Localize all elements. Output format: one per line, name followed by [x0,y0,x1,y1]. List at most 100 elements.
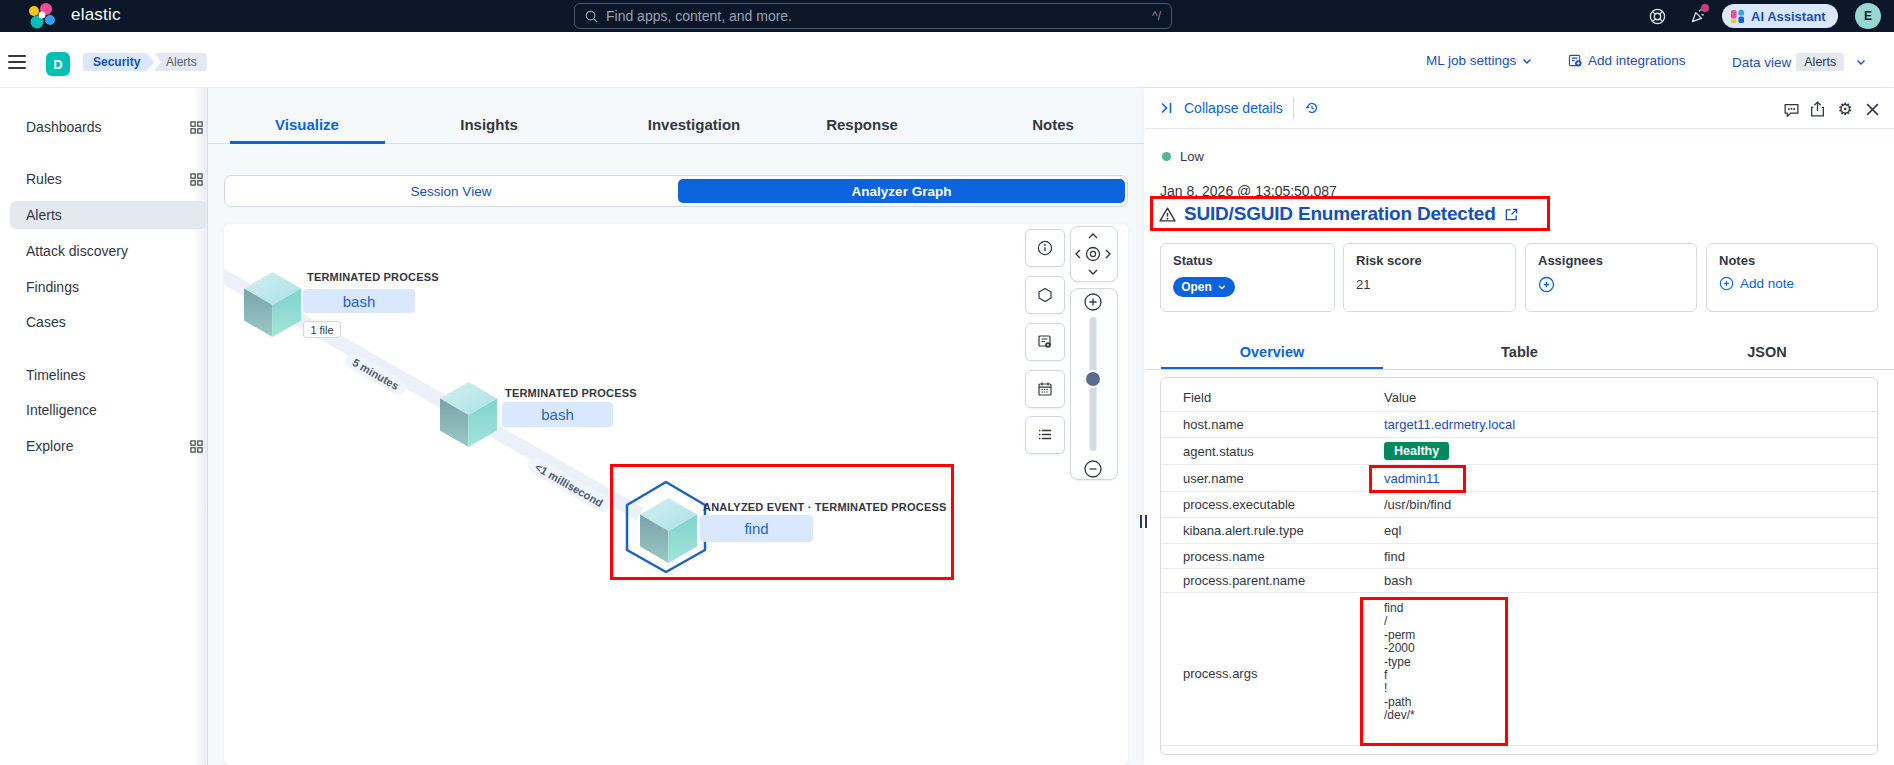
search-shortcut: ^/ [1152,9,1161,23]
field-row-process.parent.name: process.parent.namebash [1161,568,1877,592]
node1-name[interactable]: bash [303,289,415,313]
global-search-input[interactable]: Find apps, content, and more. ^/ [574,3,1172,29]
sidebar-item-findings[interactable]: Findings [10,273,207,301]
close-icon[interactable] [1863,100,1881,118]
value-process.name: find [1384,549,1877,564]
node2-name[interactable]: bash [502,402,613,427]
graph-schema-button[interactable] [1025,323,1065,361]
risk-score-value: 21 [1356,277,1503,292]
field-row-kibana.alert.rule.type: kibana.alert.rule.typeeql [1161,517,1877,543]
search-icon [585,10,598,23]
gear-icon[interactable]: ⚙ [1836,100,1854,118]
history-icon[interactable] [1304,100,1320,116]
share-icon[interactable] [1808,100,1826,118]
analyzer-graph-panel: TERMINATED PROCESS bash 1 file TERMINATE… [224,224,1128,765]
menu-icon[interactable] [8,55,26,69]
tab-visualize[interactable]: Visualize [275,116,339,133]
sidebar-item-rules[interactable]: Rules [10,165,207,193]
field-row-agent.status: agent.statusHealthy [1161,437,1877,464]
node1-kind: TERMINATED PROCESS [307,271,439,283]
top-bar: elastic Find apps, content, and more. ^/… [0,0,1894,32]
chevron-down-icon [1217,282,1227,292]
grid-icon [190,121,203,134]
graph-zoom-panel[interactable] [1070,288,1118,480]
tab-response[interactable]: Response [826,116,898,133]
data-view-value: Alerts [1796,53,1844,71]
ai-assistant-icon [1730,9,1745,24]
value-process.parent.name: bash [1384,573,1877,588]
session-view-button[interactable]: Session View [225,176,677,206]
process-node-cube-bash2[interactable] [440,382,497,447]
sidebar-item-explore[interactable]: Explore [10,432,207,460]
tab-notes[interactable]: Notes [1032,116,1074,133]
sidebar-item-attack-discovery[interactable]: Attack discovery [10,237,207,265]
annotation-box-find-node [610,464,954,580]
risk-score-card: Risk score 21 [1343,243,1516,312]
security-nav: Dashboards Rules Alerts Attack discovery Fin… [0,88,208,765]
details-tab-json[interactable]: JSON [1656,334,1878,370]
add-note-button[interactable]: Add note [1719,276,1865,291]
field-row-process.executable: process.executable/usr/bin/find [1161,491,1877,517]
panel-resize-handle[interactable] [1140,515,1148,528]
details-tab-table[interactable]: Table [1409,334,1631,370]
help-icon[interactable] [1645,4,1669,28]
analyzer-graph-button[interactable]: Analyzer Graph [678,179,1125,203]
sidebar-item-timelines[interactable]: Timelines [10,361,207,389]
sidebar-item-alerts[interactable]: Alerts [10,201,207,229]
status-open-button[interactable]: Open [1173,277,1235,297]
annotation-box-title [1150,196,1550,231]
value-host.name[interactable]: target11.edrmetry.local [1384,417,1877,432]
value-process.executable: /usr/bin/find [1384,497,1877,512]
status-card: Status Open [1160,243,1335,312]
node2-kind: TERMINATED PROCESS [505,387,637,399]
view-toggle: Session View Analyzer Graph [224,175,1128,207]
data-view-picker[interactable]: Data view Alerts [1732,53,1867,71]
tab-insights[interactable]: Insights [460,116,518,133]
breadcrumb-alerts: Alerts [154,53,207,71]
news-icon[interactable] [1686,4,1710,28]
ai-assistant-button[interactable]: AI Assistant [1722,4,1838,28]
graph-shape-button[interactable] [1025,276,1065,314]
graph-date-button[interactable] [1025,370,1065,408]
value-column-header: Value [1384,390,1877,405]
node1-file-badge[interactable]: 1 file [303,321,341,338]
sidebar-item-intelligence[interactable]: Intelligence [10,396,207,424]
annotation-box-username [1369,465,1466,493]
ml-job-settings-link[interactable]: ML job settings [1426,53,1533,68]
collapse-details-button[interactable]: Collapse details [1184,100,1283,116]
severity-label: Low [1180,149,1204,164]
comment-icon[interactable] [1782,100,1800,118]
field-row-process.args: process.argsfind/-perm-2000-typef!-path/… [1161,592,1877,746]
space-badge[interactable]: D [46,52,70,76]
overview-field-table: FieldValue host.nametarget11.edrmetry.loc… [1160,377,1878,755]
value-agent.status: Healthy [1384,442,1877,460]
alert-tabs-row [208,76,1145,144]
tab-investigation[interactable]: Investigation [648,116,741,133]
collapse-details-icon [1158,100,1174,116]
field-row-user.name: user.namevadmin11 [1161,464,1877,491]
value-kibana.alert.rule.type: eql [1384,523,1877,538]
field-column-header: Field [1161,390,1384,405]
graph-legend-button[interactable] [1025,416,1065,454]
plus-circle-icon [1719,276,1734,291]
breadcrumb-security[interactable]: Security [83,53,154,71]
field-row-host.name: host.nametarget11.edrmetry.local [1161,411,1877,437]
grid-icon [190,440,203,453]
details-tab-overview[interactable]: Overview [1161,334,1383,370]
graph-nav-pad[interactable] [1070,226,1118,282]
notification-dot [1701,4,1709,12]
severity-dot [1162,152,1171,161]
search-placeholder: Find apps, content, and more. [606,8,792,24]
user-avatar[interactable]: E [1855,3,1881,29]
notes-card: Notes Add note [1706,243,1878,312]
brand-name: elastic [71,5,121,25]
annotation-box-args [1360,597,1508,746]
add-integrations-link[interactable]: Add integrations [1568,53,1686,68]
sidebar-item-cases[interactable]: Cases [10,308,207,336]
field-row-process.name: process.namefind [1161,543,1877,568]
process-node-cube-bash1[interactable] [244,272,301,337]
sidebar-item-dashboards[interactable]: Dashboards [10,113,207,141]
graph-info-button[interactable] [1025,229,1065,267]
assignees-card: Assignees [1525,243,1697,312]
add-assignee-icon[interactable] [1538,276,1555,293]
